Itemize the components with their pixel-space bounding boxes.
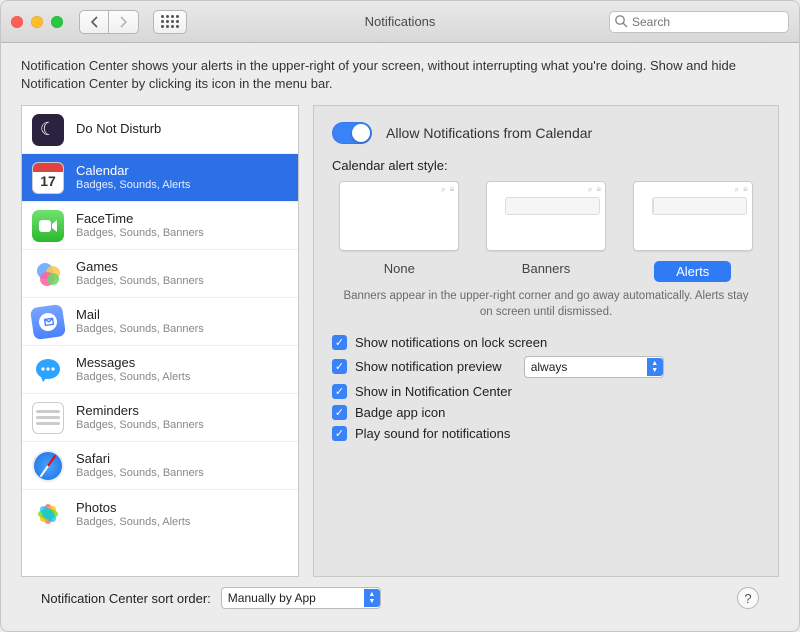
checkbox-checked-icon: ✓ (332, 405, 347, 420)
alert-style-banners[interactable]: ⌕≡ Banners (479, 181, 614, 282)
titlebar: Notifications (1, 1, 799, 43)
preview-select-value: always (531, 360, 568, 374)
search-wrap (609, 11, 789, 33)
question-mark-icon: ? (744, 591, 751, 606)
moon-icon: ☾ (32, 114, 64, 146)
sidebar-item-games[interactable]: Games Badges, Sounds, Banners (22, 250, 298, 298)
chevron-left-icon (90, 16, 99, 28)
facetime-icon (32, 210, 64, 242)
lock-screen-label: Show notifications on lock screen (355, 335, 547, 350)
sidebar-item-calendar[interactable]: 17 Calendar Badges, Sounds, Alerts (22, 154, 298, 202)
checkbox-checked-icon: ✓ (332, 426, 347, 441)
nav-buttons (79, 10, 139, 34)
checkbox-checked-icon: ✓ (332, 359, 347, 374)
sidebar-item-mail[interactable]: Mail Badges, Sounds, Banners (22, 298, 298, 346)
sidebar-item-label: Mail (76, 308, 204, 323)
mail-icon (30, 304, 66, 340)
sidebar-item-sublabel: Badges, Sounds, Banners (76, 275, 204, 288)
select-arrows-icon: ▲▼ (647, 358, 663, 376)
grid-icon (161, 15, 179, 28)
forward-button[interactable] (109, 10, 139, 34)
sidebar-item-label: Reminders (76, 404, 204, 419)
select-arrows-icon: ▲▼ (364, 589, 380, 607)
reminders-icon (32, 402, 64, 434)
sidebar-item-messages[interactable]: Messages Badges, Sounds, Alerts (22, 346, 298, 394)
sidebar-item-sublabel: Badges, Sounds, Alerts (76, 179, 190, 192)
window-body: Notification Center shows your alerts in… (1, 43, 799, 631)
detail-panel: Allow Notifications from Calendar Calend… (313, 105, 779, 577)
sidebar-item-sublabel: Badges, Sounds, Banners (76, 419, 204, 432)
preview-alerts: ⌕≡ (633, 181, 753, 251)
lock-screen-checkbox-row[interactable]: ✓ Show notifications on lock screen (332, 335, 760, 350)
sound-label: Play sound for notifications (355, 426, 510, 441)
alert-style-none[interactable]: ⌕≡ None (332, 181, 467, 282)
photos-icon (32, 498, 64, 530)
sidebar-item-label: Do Not Disturb (76, 122, 161, 137)
allow-notifications-label: Allow Notifications from Calendar (386, 125, 592, 141)
search-icon (614, 14, 628, 28)
sound-checkbox-row[interactable]: ✓ Play sound for notifications (332, 426, 760, 441)
sidebar-item-label: Messages (76, 356, 190, 371)
badge-label: Badge app icon (355, 405, 445, 420)
sidebar-item-sublabel: Badges, Sounds, Alerts (76, 516, 190, 529)
preview-checkbox-row[interactable]: ✓ Show notification preview always ▲▼ (332, 356, 760, 378)
sidebar-item-do-not-disturb[interactable]: ☾ Do Not Disturb (22, 106, 298, 154)
zoom-button[interactable] (51, 16, 63, 28)
preview-select[interactable]: always ▲▼ (524, 356, 664, 378)
sidebar-item-photos[interactable]: Photos Badges, Sounds, Alerts (22, 490, 298, 538)
alert-style-alerts[interactable]: ⌕≡ Alerts (625, 181, 760, 282)
sidebar-item-sublabel: Badges, Sounds, Alerts (76, 371, 190, 384)
sort-order-value: Manually by App (228, 591, 316, 605)
close-button[interactable] (11, 16, 23, 28)
preview-banners: ⌕≡ (486, 181, 606, 251)
checkbox-checked-icon: ✓ (332, 384, 347, 399)
notification-center-checkbox-row[interactable]: ✓ Show in Notification Center (332, 384, 760, 399)
sidebar-item-label: FaceTime (76, 212, 204, 227)
sort-order-select[interactable]: Manually by App ▲▼ (221, 587, 381, 609)
search-input[interactable] (609, 11, 789, 33)
alert-style-none-label: None (384, 261, 415, 276)
badge-checkbox-row[interactable]: ✓ Badge app icon (332, 405, 760, 420)
sidebar-item-sublabel: Badges, Sounds, Banners (76, 467, 204, 480)
alert-style-hint: Banners appear in the upper-right corner… (340, 288, 752, 320)
sidebar-item-label: Photos (76, 501, 190, 516)
safari-icon (32, 450, 64, 482)
notification-center-label: Show in Notification Center (355, 384, 512, 399)
calendar-icon: 17 (32, 162, 64, 194)
show-all-button[interactable] (153, 10, 187, 34)
allow-notifications-toggle[interactable] (332, 122, 372, 144)
sidebar-item-sublabel: Badges, Sounds, Banners (76, 227, 204, 240)
minimize-button[interactable] (31, 16, 43, 28)
checkbox-checked-icon: ✓ (332, 335, 347, 350)
sidebar-item-label: Games (76, 260, 204, 275)
sidebar-item-facetime[interactable]: FaceTime Badges, Sounds, Banners (22, 202, 298, 250)
window-controls (11, 16, 63, 28)
description-text: Notification Center shows your alerts in… (21, 57, 779, 93)
alert-style-label: Calendar alert style: (332, 158, 760, 173)
alert-style-banners-label: Banners (522, 261, 570, 276)
footer: Notification Center sort order: Manually… (21, 577, 779, 623)
preview-none: ⌕≡ (339, 181, 459, 251)
sidebar-item-safari[interactable]: Safari Badges, Sounds, Banners (22, 442, 298, 490)
sort-order-label: Notification Center sort order: (41, 591, 211, 606)
app-list[interactable]: ☾ Do Not Disturb 17 Calendar Badges, Sou… (21, 105, 299, 577)
sidebar-item-sublabel: Badges, Sounds, Banners (76, 323, 204, 336)
alert-style-row: ⌕≡ None ⌕≡ Banners ⌕≡ Alerts (332, 181, 760, 282)
back-button[interactable] (79, 10, 109, 34)
messages-icon (32, 354, 64, 386)
game-center-icon (32, 258, 64, 290)
sidebar-item-label: Calendar (76, 164, 190, 179)
chevron-right-icon (119, 16, 128, 28)
sidebar-item-reminders[interactable]: Reminders Badges, Sounds, Banners (22, 394, 298, 442)
preview-label: Show notification preview (355, 359, 502, 374)
sidebar-item-label: Safari (76, 452, 204, 467)
content-panes: ☾ Do Not Disturb 17 Calendar Badges, Sou… (21, 105, 779, 577)
help-button[interactable]: ? (737, 587, 759, 609)
alert-style-alerts-label: Alerts (654, 261, 731, 282)
